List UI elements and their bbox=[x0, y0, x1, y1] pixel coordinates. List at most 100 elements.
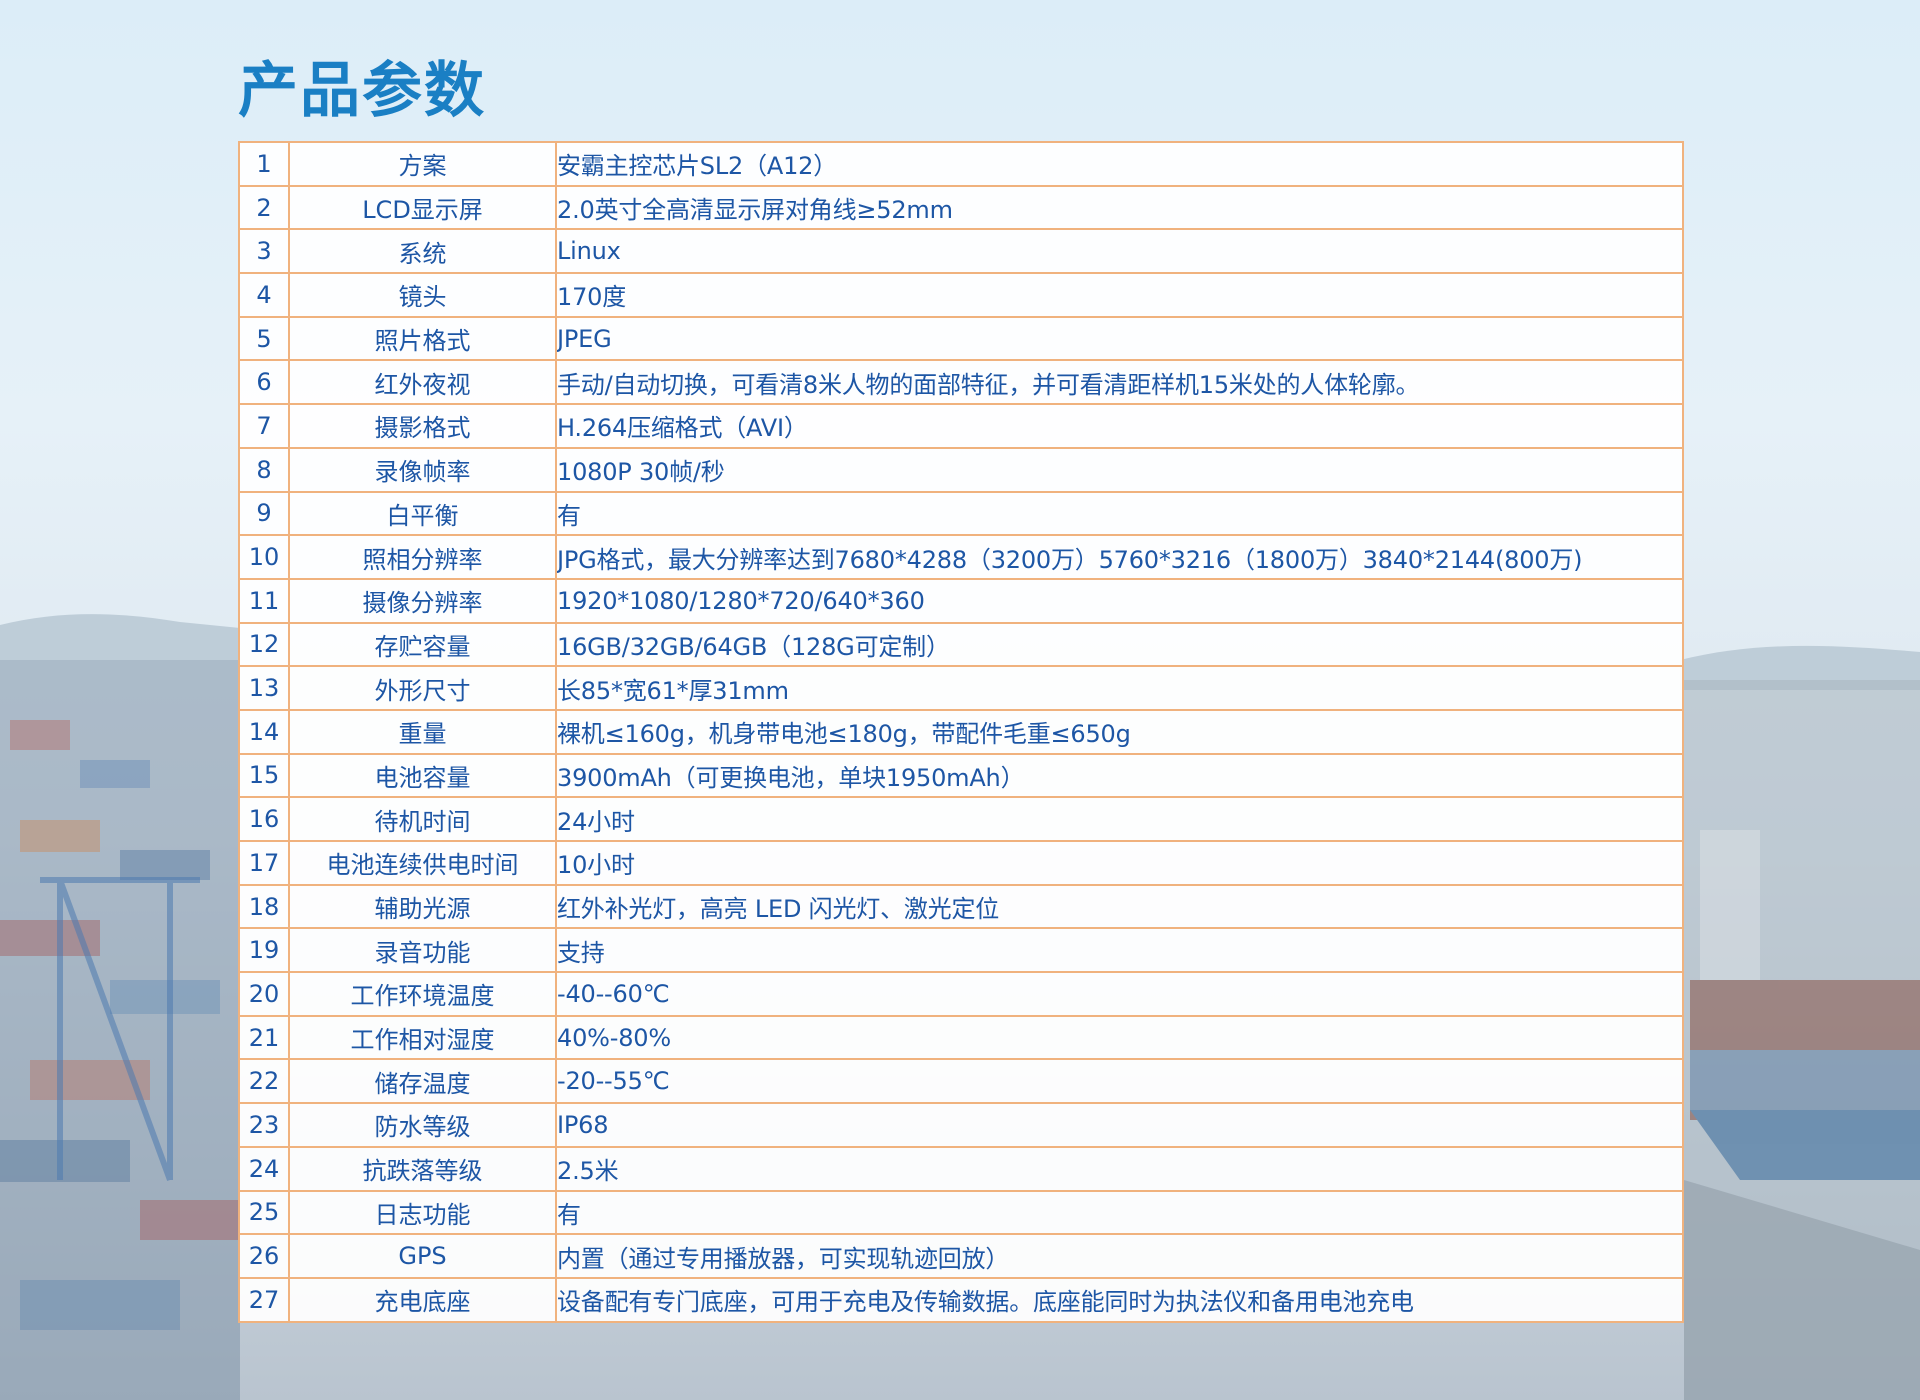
row-number: 17 bbox=[238, 840, 290, 886]
param-name: 储存温度 bbox=[288, 1058, 557, 1105]
param-name: 待机时间 bbox=[288, 796, 557, 842]
param-value: 10小时 bbox=[555, 840, 1684, 886]
table-row: 19 录音功能 支持 bbox=[238, 927, 1684, 974]
param-value: 1920*1080/1280*720/640*360 bbox=[555, 577, 1684, 624]
table-row: 1 方案 安霸主控芯片SL2（A12） bbox=[238, 141, 1684, 187]
param-value: 170度 bbox=[555, 272, 1684, 318]
param-name: 外形尺寸 bbox=[288, 665, 557, 711]
param-value: 16GB/32GB/64GB（128G可定制） bbox=[555, 621, 1684, 668]
table-row: 10 照相分辨率 JPG格式，最大分辨率达到7680*4288（3200万）5760… bbox=[238, 534, 1684, 580]
param-value: 24小时 bbox=[555, 796, 1684, 842]
param-name: 录像帧率 bbox=[288, 446, 557, 493]
param-value: 支持 bbox=[555, 927, 1684, 974]
row-number: 7 bbox=[238, 403, 290, 449]
row-number: 10 bbox=[238, 534, 290, 580]
table-row: 4 镜头 170度 bbox=[238, 272, 1684, 318]
table-row: 6 红外夜视 手动/自动切换，可看清8米人物的面部特征，并可看清距样机15米处的人体… bbox=[238, 359, 1684, 406]
table-row: 15 电池容量 3900mAh（可更换电池，单块1950mAh） bbox=[238, 752, 1684, 799]
table-row: 24 抗跌落等级 2.5米 bbox=[238, 1145, 1684, 1192]
table-row: 3 系统 Linux bbox=[238, 228, 1684, 275]
table-row: 16 待机时间 24小时 bbox=[238, 796, 1684, 842]
row-number: 6 bbox=[238, 359, 290, 406]
param-name: 方案 bbox=[288, 141, 557, 187]
row-number: 8 bbox=[238, 446, 290, 493]
param-value: 2.5米 bbox=[555, 1145, 1684, 1192]
row-number: 14 bbox=[238, 708, 290, 755]
param-name: 电池连续供电时间 bbox=[288, 840, 557, 886]
param-name: 辅助光源 bbox=[288, 883, 557, 930]
param-name: GPS bbox=[288, 1233, 557, 1279]
param-name: LCD显示屏 bbox=[288, 184, 557, 231]
param-value: -40--60℃ bbox=[555, 971, 1684, 1017]
table-row: 7 摄影格式 H.264压缩格式（AVI） bbox=[238, 403, 1684, 449]
param-value: Linux bbox=[555, 228, 1684, 275]
param-name: 红外夜视 bbox=[288, 359, 557, 406]
row-number: 25 bbox=[238, 1189, 290, 1236]
table-row: 9 白平衡有 bbox=[238, 490, 1684, 537]
background-hills bbox=[0, 614, 240, 660]
table-row: 11 摄像分辨率 1920*1080/1280*720/640*360 bbox=[238, 577, 1684, 624]
table-row: 26 GPS 内置（通过专用播放器，可实现轨迹回放） bbox=[238, 1233, 1684, 1279]
row-number: 23 bbox=[238, 1102, 290, 1148]
param-name: 白平衡 bbox=[288, 490, 557, 537]
param-name: 防水等级 bbox=[288, 1102, 557, 1148]
param-value: 内置（通过专用播放器，可实现轨迹回放） bbox=[555, 1233, 1684, 1279]
param-value: H.264压缩格式（AVI） bbox=[555, 403, 1684, 449]
table-row: 13 外形尺寸 长85*宽61*厚31mm bbox=[238, 665, 1684, 711]
param-name: 摄影格式 bbox=[288, 403, 557, 449]
spec-table: 1 方案 安霸主控芯片SL2（A12） 2 LCD显示屏 2.0英寸全高清显示屏对角线≥5… bbox=[238, 141, 1684, 1323]
row-number: 3 bbox=[238, 228, 290, 275]
row-number: 5 bbox=[238, 315, 290, 362]
param-value: IP68 bbox=[555, 1102, 1684, 1148]
param-name: 系统 bbox=[288, 228, 557, 275]
table-row: 12 存贮容量 16GB/32GB/64GB（128G可定制） bbox=[238, 621, 1684, 668]
row-number: 19 bbox=[238, 927, 290, 974]
param-value: 40%-80% bbox=[555, 1014, 1684, 1061]
param-value: JPG格式，最大分辨率达到7680*4288（3200万）5760*3216（1… bbox=[555, 534, 1684, 580]
param-name: 摄像分辨率 bbox=[288, 577, 557, 624]
param-name: 工作相对湿度 bbox=[288, 1014, 557, 1061]
row-number: 16 bbox=[238, 796, 290, 842]
param-value: 有 bbox=[555, 490, 1684, 537]
param-value: 1080P 30帧/秒 bbox=[555, 446, 1684, 493]
table-row: 14 重量 裸机≤160g，机身带电池≤180g，带配件毛重≤650g bbox=[238, 708, 1684, 755]
table-row: 20 工作环境温度 -40--60℃ bbox=[238, 971, 1684, 1017]
table-row: 27 充电底座 设备配有专门底座，可用于充电及传输数据。底座能同时为执法仪和备用电池… bbox=[238, 1276, 1684, 1323]
row-number: 21 bbox=[238, 1014, 290, 1061]
table-row: 5 照片格式 JPEG bbox=[238, 315, 1684, 362]
param-name: 录音功能 bbox=[288, 927, 557, 974]
param-name: 日志功能 bbox=[288, 1189, 557, 1236]
table-row: 23 防水等级 IP68 bbox=[238, 1102, 1684, 1148]
param-name: 存贮容量 bbox=[288, 621, 557, 668]
row-number: 15 bbox=[238, 752, 290, 799]
table-row: 25 日志功能有 bbox=[238, 1189, 1684, 1236]
param-value: 安霸主控芯片SL2（A12） bbox=[555, 141, 1684, 187]
param-value: 设备配有专门底座，可用于充电及传输数据。底座能同时为执法仪和备用电池充电 bbox=[555, 1276, 1684, 1323]
row-number: 24 bbox=[238, 1145, 290, 1192]
row-number: 13 bbox=[238, 665, 290, 711]
param-name: 工作环境温度 bbox=[288, 971, 557, 1017]
row-number: 27 bbox=[238, 1276, 290, 1323]
param-name: 镜头 bbox=[288, 272, 557, 318]
param-name: 照相分辨率 bbox=[288, 534, 557, 580]
param-name: 重量 bbox=[288, 708, 557, 755]
row-number: 2 bbox=[238, 184, 290, 231]
table-row: 2 LCD显示屏 2.0英寸全高清显示屏对角线≥52mm bbox=[238, 184, 1684, 231]
param-value: 红外补光灯，高亮 LED 闪光灯、激光定位 bbox=[555, 883, 1684, 930]
table-row: 22 储存温度 -20--55℃ bbox=[238, 1058, 1684, 1105]
param-value: 2.0英寸全高清显示屏对角线≥52mm bbox=[555, 184, 1684, 231]
param-value: 长85*宽61*厚31mm bbox=[555, 665, 1684, 711]
table-row: 18 辅助光源 红外补光灯，高亮 LED 闪光灯、激光定位 bbox=[238, 883, 1684, 930]
table-row: 8 录像帧率 1080P 30帧/秒 bbox=[238, 446, 1684, 493]
param-value: 有 bbox=[555, 1189, 1684, 1236]
row-number: 26 bbox=[238, 1233, 290, 1279]
row-number: 22 bbox=[238, 1058, 290, 1105]
page-title: 产品参数 bbox=[238, 56, 486, 126]
param-value: 裸机≤160g，机身带电池≤180g，带配件毛重≤650g bbox=[555, 708, 1684, 755]
table-row: 21 工作相对湿度 40%-80% bbox=[238, 1014, 1684, 1061]
row-number: 9 bbox=[238, 490, 290, 537]
param-value: 手动/自动切换，可看清8米人物的面部特征，并可看清距样机15米处的人体轮廓。 bbox=[555, 359, 1684, 406]
row-number: 12 bbox=[238, 621, 290, 668]
row-number: 20 bbox=[238, 971, 290, 1017]
param-name: 照片格式 bbox=[288, 315, 557, 362]
